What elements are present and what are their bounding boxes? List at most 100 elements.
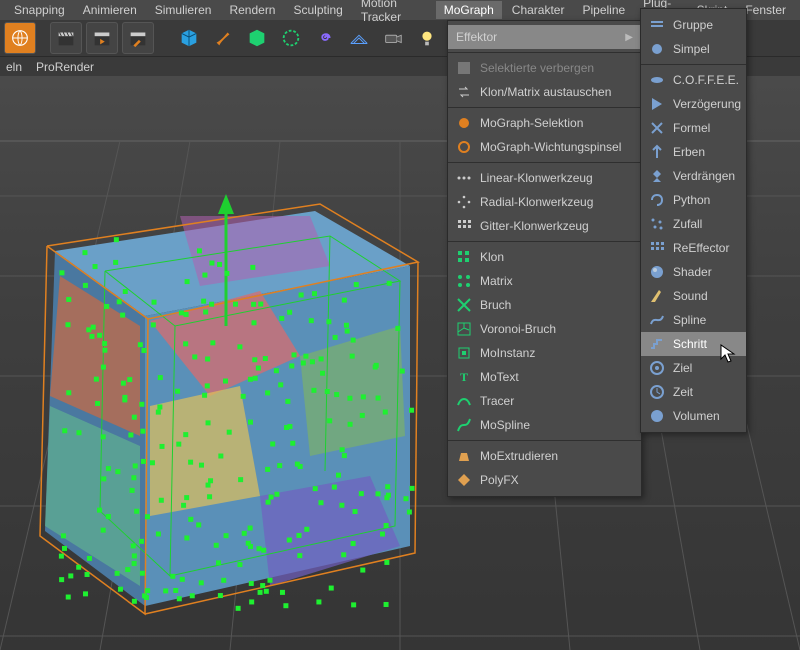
primitive-icon[interactable] <box>242 23 272 53</box>
inherit-icon <box>649 144 665 160</box>
menu-polyfx[interactable]: PolyFX <box>448 468 641 492</box>
polyfx-icon <box>456 472 472 488</box>
menu-selektierte-verbergen[interactable]: Selektierte verbergen <box>448 56 641 80</box>
menu-bruch[interactable]: Bruch <box>448 293 641 317</box>
light-icon[interactable] <box>412 23 442 53</box>
moextrude-icon <box>456 448 472 464</box>
menu-snapping[interactable]: Snapping <box>6 1 73 19</box>
submenu-coffee[interactable]: C.O.F.F.E.E. <box>641 68 746 92</box>
clapper-icon[interactable] <box>50 22 82 54</box>
linear-clone-icon <box>456 170 472 186</box>
target-icon <box>649 360 665 376</box>
menu-separator <box>448 162 641 163</box>
volume-icon <box>649 408 665 424</box>
cube-icon[interactable] <box>174 23 204 53</box>
submenu-zeit[interactable]: Zeit <box>641 380 746 404</box>
submenu-reeffector[interactable]: ReEffector <box>641 236 746 260</box>
klon-icon <box>456 249 472 265</box>
submenu-python[interactable]: Python <box>641 188 746 212</box>
menu-separator <box>448 241 641 242</box>
menu-effektor-label: Effektor <box>456 30 617 44</box>
hide-icon <box>456 60 472 76</box>
shader-icon <box>649 264 665 280</box>
simpel-icon <box>649 41 665 57</box>
spline-effector-icon <box>649 312 665 328</box>
pencil-clapper-icon[interactable] <box>122 22 154 54</box>
submenu-schritt[interactable]: Schritt <box>641 332 746 356</box>
menu-mograph[interactable]: MoGraph <box>436 1 502 19</box>
menu-moextrudieren[interactable]: MoExtrudieren <box>448 444 641 468</box>
clapper-arrow-icon[interactable] <box>86 22 118 54</box>
menu-separator <box>448 440 641 441</box>
globe-icon[interactable] <box>4 22 36 54</box>
step-icon <box>649 336 665 352</box>
menu-motext[interactable]: T MoText <box>448 365 641 389</box>
submenu-spline[interactable]: Spline <box>641 308 746 332</box>
menu-moinstanz[interactable]: MoInstanz <box>448 341 641 365</box>
menu-charakter[interactable]: Charakter <box>504 1 573 19</box>
tab-prorender[interactable]: ProRender <box>36 60 94 74</box>
submenu-verzoegerung[interactable]: Verzögerung <box>641 92 746 116</box>
tracer-icon <box>456 393 472 409</box>
effektor-submenu: Gruppe Simpel C.O.F.F.E.E. Verzögerung F… <box>640 8 747 433</box>
menu-animieren[interactable]: Animieren <box>75 1 145 19</box>
coffee-icon <box>649 72 665 88</box>
grid-clone-icon <box>456 218 472 234</box>
grid-icon[interactable] <box>344 23 374 53</box>
submenu-ziel[interactable]: Ziel <box>641 356 746 380</box>
push-icon <box>649 168 665 184</box>
menu-separator <box>448 52 641 53</box>
menu-effektor[interactable]: Effektor ▶ <box>448 25 641 49</box>
tab-eln[interactable]: eln <box>6 60 22 74</box>
menu-klon[interactable]: Klon <box>448 245 641 269</box>
menu-mograph-selektion[interactable]: MoGraph-Selektion <box>448 111 641 135</box>
time-icon <box>649 384 665 400</box>
menu-radial-klonwerkzeug[interactable]: Radial-Klonwerkzeug <box>448 190 641 214</box>
bruch-icon <box>456 297 472 313</box>
menu-separator <box>641 64 746 65</box>
menu-separator <box>448 107 641 108</box>
motext-icon: T <box>456 369 472 385</box>
swap-icon <box>456 84 472 100</box>
menu-tracer[interactable]: Tracer <box>448 389 641 413</box>
submenu-volumen[interactable]: Volumen <box>641 404 746 428</box>
submenu-erben[interactable]: Erben <box>641 140 746 164</box>
menu-simulieren[interactable]: Simulieren <box>147 1 220 19</box>
hexagon-icon[interactable] <box>276 23 306 53</box>
radial-clone-icon <box>456 194 472 210</box>
submenu-verdraengen[interactable]: Verdrängen <box>641 164 746 188</box>
gruppe-icon <box>649 17 665 33</box>
formula-icon <box>649 120 665 136</box>
spiral-icon[interactable] <box>310 23 340 53</box>
menu-mograph-wichtungspinsel[interactable]: MoGraph-Wichtungspinsel <box>448 135 641 159</box>
submenu-formel[interactable]: Formel <box>641 116 746 140</box>
mospline-icon <box>456 417 472 433</box>
chevron-right-icon: ▶ <box>625 32 633 43</box>
submenu-shader[interactable]: Shader <box>641 260 746 284</box>
moinstanz-icon <box>456 345 472 361</box>
menu-linear-klonwerkzeug[interactable]: Linear-Klonwerkzeug <box>448 166 641 190</box>
menu-gitter-klonwerkzeug[interactable]: Gitter-Klonwerkzeug <box>448 214 641 238</box>
camera-icon[interactable] <box>378 23 408 53</box>
weight-brush-icon <box>456 139 472 155</box>
selection-icon <box>456 115 472 131</box>
menu-sculpting[interactable]: Sculpting <box>285 1 350 19</box>
sound-icon <box>649 288 665 304</box>
brush-icon[interactable] <box>208 23 238 53</box>
menu-voronoi-bruch[interactable]: Voronoi-Bruch <box>448 317 641 341</box>
submenu-simpel[interactable]: Simpel <box>641 37 746 61</box>
random-icon <box>649 216 665 232</box>
menu-matrix[interactable]: Matrix <box>448 269 641 293</box>
submenu-sound[interactable]: Sound <box>641 284 746 308</box>
menu-klon-matrix-austauschen[interactable]: Klon/Matrix austauschen <box>448 80 641 104</box>
delay-icon <box>649 96 665 112</box>
submenu-gruppe[interactable]: Gruppe <box>641 13 746 37</box>
voronoi-icon <box>456 321 472 337</box>
python-icon <box>649 192 665 208</box>
menu-pipeline[interactable]: Pipeline <box>574 1 633 19</box>
menu-rendern[interactable]: Rendern <box>221 1 283 19</box>
mograph-dropdown: Effektor ▶ Selektierte verbergen Klon/Ma… <box>447 20 642 497</box>
reeffector-icon <box>649 240 665 256</box>
submenu-zufall[interactable]: Zufall <box>641 212 746 236</box>
menu-mospline[interactable]: MoSpline <box>448 413 641 437</box>
